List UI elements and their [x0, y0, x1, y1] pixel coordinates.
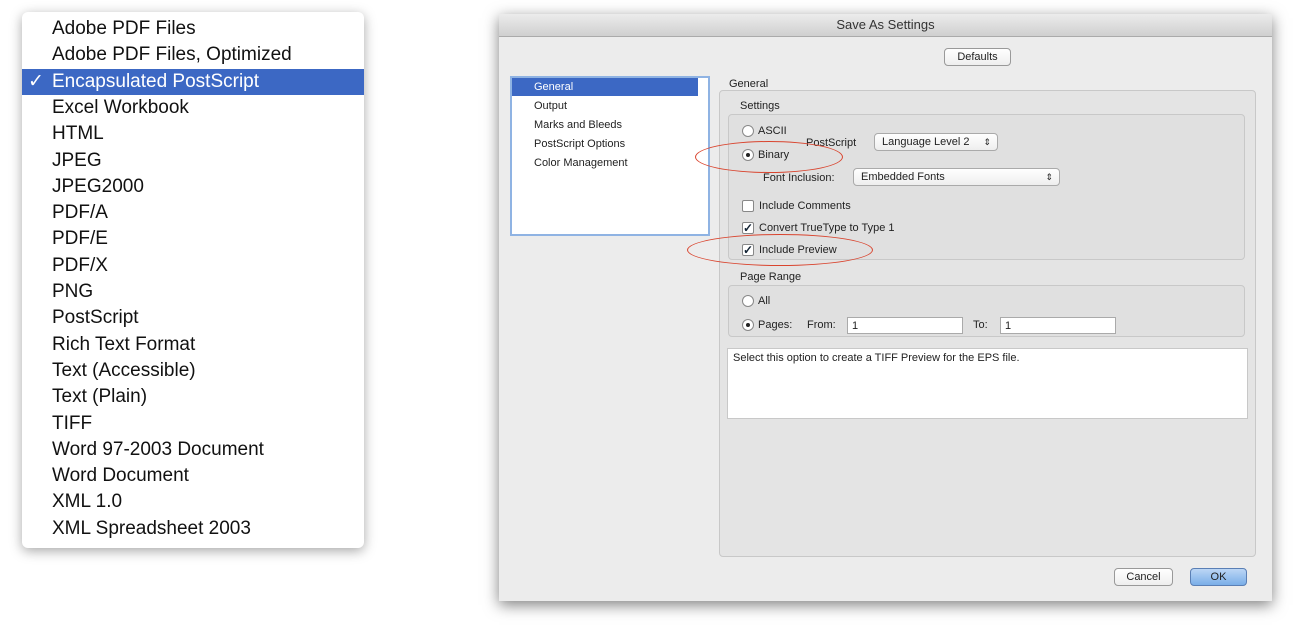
format-menu-item-label: XML 1.0 [52, 491, 123, 513]
format-menu-item-label: HTML [52, 123, 104, 145]
category-item[interactable]: PostScript Options [512, 135, 698, 153]
include-comments-label: Include Comments [759, 200, 851, 212]
section-title: General [729, 78, 769, 90]
format-menu-item[interactable]: HTML [22, 121, 364, 147]
format-menu-item[interactable]: JPEG [22, 148, 364, 174]
ok-button[interactable]: OK [1190, 568, 1247, 586]
format-menu-item[interactable]: Word Document [22, 463, 364, 489]
format-menu-item-label: XML Spreadsheet 2003 [52, 517, 251, 539]
category-item[interactable]: Marks and Bleeds [512, 116, 698, 134]
format-menu-item-label: Adobe PDF Files [52, 18, 196, 39]
pages-radio[interactable] [742, 319, 754, 331]
format-menu: Adobe PDF Files Adobe PDF Files, Optimize… [22, 12, 364, 548]
format-menu-item[interactable]: Text (Accessible) [22, 358, 364, 384]
format-menu-item-label: Word 97-2003 Document [52, 438, 264, 460]
ascii-radio[interactable] [742, 125, 754, 137]
format-menu-item[interactable]: PDF/A [22, 200, 364, 226]
postscript-level-value: Language Level 2 [882, 136, 970, 148]
format-menu-item[interactable]: Adobe PDF Files, Optimized [22, 42, 364, 68]
checkmark-icon: ✓ [28, 70, 44, 92]
format-menu-item[interactable]: Adobe PDF Files [22, 16, 364, 42]
font-inclusion-select[interactable]: Embedded Fonts ⇕ [853, 168, 1060, 186]
ascii-label: ASCII [758, 125, 787, 137]
format-menu-item[interactable]: Excel Workbook [22, 95, 364, 121]
to-label: To: [973, 319, 988, 331]
updown-icon: ⇕ [983, 137, 991, 147]
format-menu-item-label: Text (Accessible) [52, 359, 196, 381]
page-range-label: Page Range [740, 271, 802, 283]
format-menu-item[interactable]: PNG [22, 279, 364, 305]
font-inclusion-label: Font Inclusion: [763, 172, 835, 184]
category-item[interactable]: Output [512, 97, 698, 115]
to-input[interactable]: 1 [1000, 317, 1116, 334]
format-menu-item[interactable]: PostScript [22, 305, 364, 331]
pages-label: Pages: [758, 319, 793, 331]
format-menu-item-label: JPEG2000 [52, 175, 144, 197]
format-menu-item-label: Rich Text Format [52, 333, 196, 355]
category-list: General Output Marks and Bleeds PostScript … [510, 76, 710, 236]
include-comments-checkbox[interactable] [742, 200, 754, 212]
description-box: Select this option to create a TIFF Prev… [727, 348, 1248, 419]
format-menu-item[interactable]: ✓ Encapsulated PostScript [22, 68, 364, 95]
format-menu-item-label: PDF/E [52, 228, 108, 250]
format-menu-item[interactable]: PDF/X [22, 253, 364, 279]
format-menu-item-label: PNG [52, 281, 94, 302]
format-menu-item[interactable]: Word 97-2003 Document [22, 437, 364, 463]
format-menu-item[interactable]: TIFF [22, 411, 364, 437]
format-menu-item-label: TIFF [52, 412, 93, 434]
font-inclusion-value: Embedded Fonts [861, 171, 945, 183]
from-input[interactable]: 1 [847, 317, 963, 334]
all-pages-radio[interactable] [742, 295, 754, 307]
format-menu-item[interactable]: PDF/E [22, 226, 364, 252]
convert-truetype-checkbox[interactable]: ✓ [742, 222, 754, 234]
format-menu-item-label: PDF/X [52, 254, 108, 276]
format-menu-item[interactable]: Rich Text Format [22, 332, 364, 358]
category-item[interactable]: Color Management [512, 154, 698, 172]
format-menu-item[interactable]: XML 1.0 [22, 489, 364, 515]
binary-annotation-ellipse [695, 141, 843, 173]
defaults-button[interactable]: Defaults [944, 48, 1011, 66]
save-as-settings-dialog: Save As Settings Defaults General Output M… [499, 14, 1272, 601]
cancel-button[interactable]: Cancel [1114, 568, 1173, 586]
format-menu-item-label: PDF/A [52, 202, 108, 224]
format-menu-item-label: Adobe PDF Files, Optimized [52, 44, 292, 66]
from-label: From: [807, 319, 836, 331]
format-menu-item-label: Excel Workbook [52, 96, 189, 118]
updown-icon: ⇕ [1045, 172, 1053, 182]
format-menu-item-label: JPEG [52, 149, 102, 171]
preview-annotation-ellipse [687, 234, 873, 266]
postscript-level-select[interactable]: Language Level 2 ⇕ [874, 133, 998, 151]
convert-truetype-label: Convert TrueType to Type 1 [759, 222, 895, 234]
format-menu-item-label: Encapsulated PostScript [52, 70, 260, 92]
format-menu-item[interactable]: Text (Plain) [22, 384, 364, 410]
format-menu-item[interactable]: JPEG2000 [22, 174, 364, 200]
all-label: All [758, 295, 771, 307]
format-menu-item-label: Text (Plain) [52, 386, 148, 408]
format-menu-item-label: Word Document [52, 465, 189, 487]
format-menu-item-label: PostScript [52, 307, 139, 329]
dialog-title: Save As Settings [499, 14, 1272, 37]
format-menu-item[interactable]: XML Spreadsheet 2003 [22, 516, 364, 542]
settings-label: Settings [740, 100, 780, 112]
category-item[interactable]: General [512, 78, 698, 96]
